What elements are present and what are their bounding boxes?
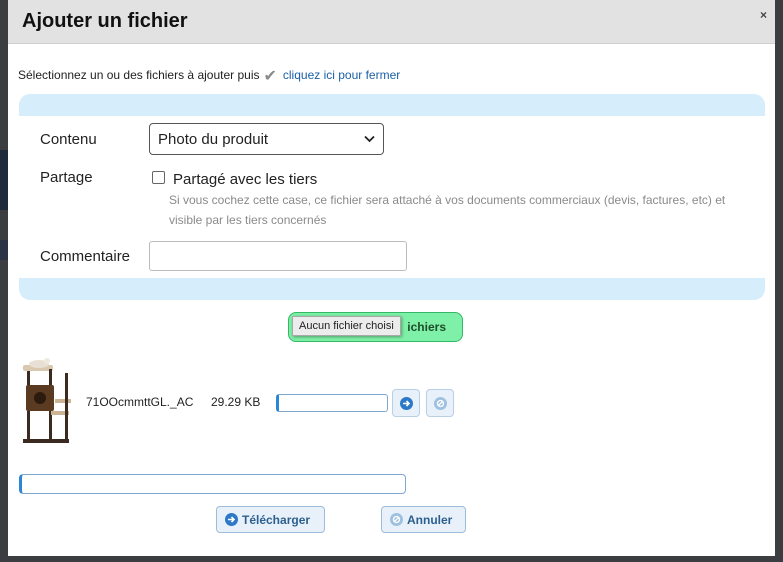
contenu-label: Contenu (40, 131, 97, 148)
total-progress-bar (19, 474, 406, 494)
add-file-dialog: Ajouter un fichier × Sélectionnez un ou … (8, 0, 775, 556)
partage-checkbox-label[interactable]: Partagé avec les tiers (173, 171, 317, 188)
close-link[interactable]: cliquez ici pour fermer (283, 68, 400, 82)
ban-icon (390, 513, 403, 526)
file-thumbnail (21, 355, 77, 447)
upload-button-label: Télécharger (242, 512, 311, 527)
choose-files-label: ichiers (407, 320, 446, 334)
cancel-button-label: Annuler (407, 512, 453, 527)
partage-checkbox[interactable] (152, 171, 165, 184)
close-icon[interactable]: × (760, 8, 767, 22)
partage-help-text: Si vous cochez cette case, ce fichier se… (169, 193, 726, 227)
partage-label: Partage (40, 169, 93, 186)
backdrop-left-band (0, 150, 8, 210)
check-icon: ✔ (263, 68, 277, 85)
ban-icon (433, 396, 447, 410)
no-file-tooltip: Aucun fichier choisi (292, 316, 401, 336)
backdrop-left-band-2 (0, 240, 8, 260)
file-progress-bar (276, 394, 388, 412)
dialog-header: Ajouter un fichier × (8, 0, 775, 44)
commentaire-label: Commentaire (40, 248, 131, 265)
panel-band-top (19, 94, 765, 116)
file-name: 71OOcmmttGL._AC (86, 395, 194, 409)
arrow-right-circle-icon (399, 396, 413, 410)
chevron-down-icon (364, 132, 375, 146)
contenu-selected-value: Photo du produit (158, 130, 269, 148)
upload-button[interactable]: Télécharger (216, 506, 325, 533)
dialog-title: Ajouter un fichier (22, 10, 188, 32)
cancel-button[interactable]: Annuler (381, 506, 466, 533)
cancel-file-button[interactable] (426, 389, 454, 417)
instruction-text: Sélectionnez un ou des fichiers à ajoute… (18, 68, 260, 82)
file-properties-panel: Contenu Photo du produit Partage Partagé… (19, 94, 765, 300)
instruction-line: Sélectionnez un ou des fichiers à ajoute… (18, 66, 400, 86)
contenu-select[interactable]: Photo du produit (149, 123, 384, 155)
commentaire-input[interactable] (149, 241, 407, 271)
panel-band-bottom (19, 278, 765, 300)
start-upload-button[interactable] (392, 389, 420, 417)
arrow-right-circle-icon (225, 513, 238, 526)
file-size: 29.29 KB (211, 395, 261, 409)
